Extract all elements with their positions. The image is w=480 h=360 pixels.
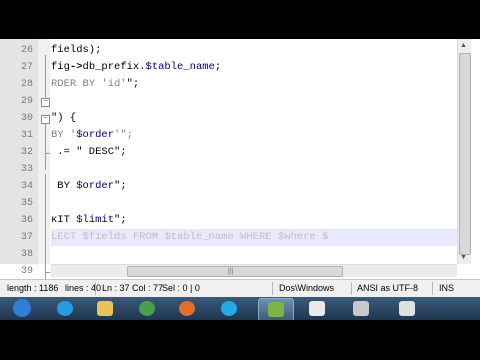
code-text-area[interactable]: fields); fig->db_prefix.$table_name; RDER …: [51, 39, 457, 264]
line-number: 39: [20, 266, 33, 277]
line-number: 29: [20, 96, 33, 107]
line-number: 31: [20, 130, 33, 141]
taskbar-button[interactable]: [4, 298, 38, 319]
taskbar-button[interactable]: [300, 298, 334, 319]
line-number: 36: [20, 215, 33, 226]
line-number: 28: [20, 79, 33, 90]
status-col: Col : 77: [132, 283, 164, 293]
code-line[interactable]: BY $order";: [51, 178, 126, 195]
notepadpp-editor: 262728293031323334353637383940 fields);f…: [0, 39, 480, 294]
taskbar-button[interactable]: [170, 298, 204, 319]
line-number-gutter: 262728293031323334353637383940: [0, 39, 38, 294]
skype-icon: [221, 301, 237, 316]
taskbar-button[interactable]: [130, 298, 164, 319]
line-number: 35: [20, 198, 33, 209]
line-number: 32: [20, 147, 33, 158]
explorer-folder-icon: [97, 301, 113, 316]
ie-icon: [57, 301, 73, 316]
taskbar-button[interactable]: [48, 298, 82, 319]
status-sel: Sel : 0 | 0: [162, 283, 200, 293]
line-number: 37: [20, 232, 33, 243]
scroll-grip-icon: |||: [228, 268, 234, 275]
chrome-icon: [139, 301, 155, 316]
screen: 262728293031323334353637383940 fields);f…: [0, 0, 480, 360]
code-line[interactable]: ") {: [51, 110, 76, 127]
taskbar-button[interactable]: [258, 298, 294, 321]
line-number: 38: [20, 249, 33, 260]
status-length: length : 1186: [7, 283, 59, 293]
fold-toggle-icon[interactable]: −: [41, 98, 50, 107]
document-icon: [309, 301, 325, 316]
fold-end-marker: [45, 153, 50, 154]
windows-taskbar: [0, 297, 480, 321]
current-code-line[interactable]: LECT $fields FROM $table_name WHERE $whe…: [51, 229, 457, 246]
vertical-scroll-thumb[interactable]: [459, 53, 471, 255]
scroll-up-icon[interactable]: ▲: [460, 41, 467, 51]
code-line[interactable]: fields);: [51, 42, 101, 59]
status-ln: Ln : 37: [102, 283, 130, 293]
code-line[interactable]: .= " DESC";: [51, 144, 126, 161]
code-line[interactable]: RDER BY 'id'";: [51, 76, 139, 93]
status-insert-mode: INS: [439, 283, 455, 293]
letterbox-bottom: [0, 320, 480, 360]
fold-guide-line: [45, 55, 46, 102]
code-line[interactable]: BY '$order'";: [51, 127, 133, 144]
status-encoding: ANSI as UTF-8: [357, 283, 419, 293]
scroll-down-icon[interactable]: ▼: [460, 253, 467, 263]
firefox-icon: [179, 301, 195, 316]
horizontal-scrollbar[interactable]: |||: [51, 264, 457, 277]
status-bar: length : 1186 lines : 40 Ln : 37 Col : 7…: [0, 279, 480, 297]
fold-margin: [38, 39, 50, 264]
fold-end-marker: [45, 272, 50, 273]
code-line[interactable]: fig->db_prefix.$table_name;: [51, 59, 221, 76]
status-eol: Dos\Windows: [279, 283, 335, 293]
horizontal-scroll-thumb[interactable]: |||: [127, 266, 343, 277]
line-number: 34: [20, 181, 33, 192]
taskbar-button[interactable]: [390, 298, 424, 319]
notepadpp-icon: [268, 302, 284, 317]
taskbar-button[interactable]: [88, 298, 122, 319]
taskbar-button[interactable]: [344, 298, 378, 319]
fold-guide-line: [45, 123, 46, 170]
line-number: 27: [20, 62, 33, 73]
app-icon: [399, 301, 415, 316]
start-orb-icon: [13, 299, 31, 317]
vertical-scrollbar[interactable]: ▲ ▼: [457, 39, 471, 264]
line-number: 33: [20, 164, 33, 175]
code-line[interactable]: ĸIT $limit";: [51, 212, 127, 229]
line-number: 30: [20, 113, 33, 124]
taskbar-button[interactable]: [212, 298, 246, 319]
line-number: 26: [20, 45, 33, 56]
editor-icon: [353, 301, 369, 316]
